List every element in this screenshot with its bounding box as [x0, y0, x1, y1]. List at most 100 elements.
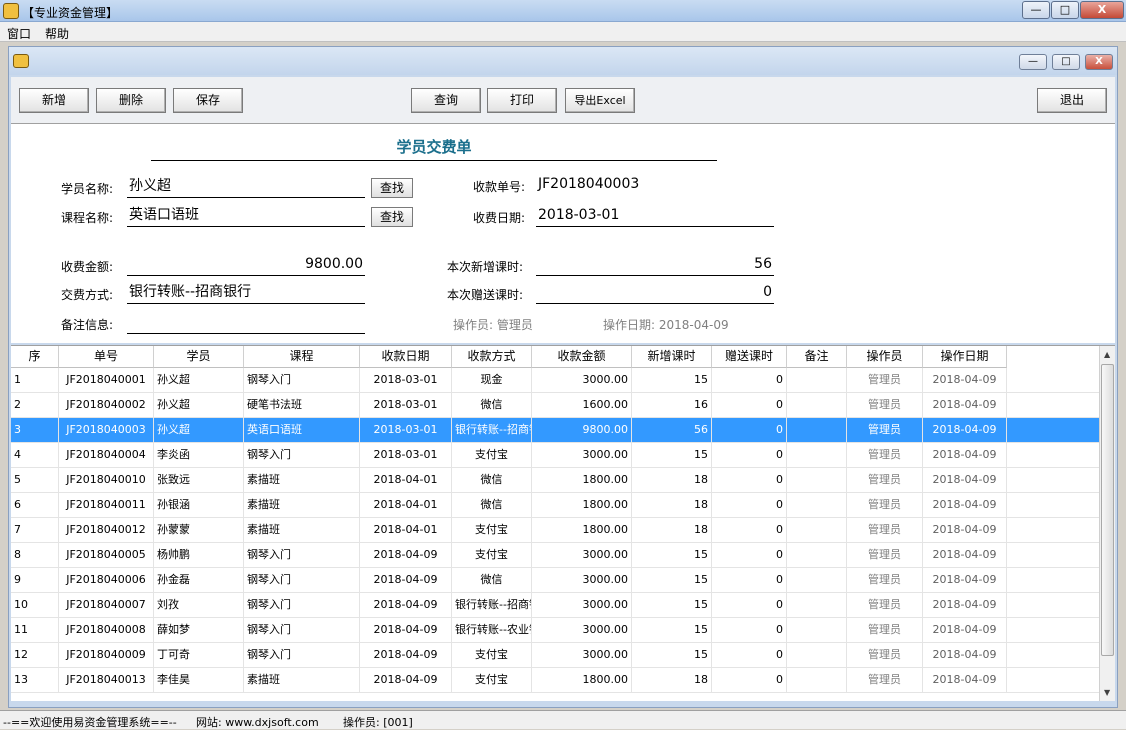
cell-op-date[interactable]: 2018-04-09 — [923, 668, 1007, 693]
cell-seq[interactable]: 4 — [11, 443, 59, 468]
cell-operator[interactable]: 管理员 — [847, 493, 923, 518]
cell-note[interactable] — [787, 418, 847, 443]
cell-course[interactable]: 钢琴入门 — [244, 618, 360, 643]
print-button[interactable]: 打印 — [487, 88, 557, 113]
add-button[interactable]: 新增 — [19, 88, 89, 113]
cell-new-hours[interactable]: 15 — [632, 368, 712, 393]
cell-amount[interactable]: 9800.00 — [532, 418, 632, 443]
cell-amount[interactable]: 1600.00 — [532, 393, 632, 418]
cell-pay-date[interactable]: 2018-04-01 — [360, 518, 452, 543]
vertical-scrollbar[interactable]: ▲ ▼ — [1099, 346, 1115, 701]
col-header-op-date[interactable]: 操作日期 — [923, 346, 1007, 368]
cell-order-no[interactable]: JF2018040006 — [59, 568, 154, 593]
cell-seq[interactable]: 13 — [11, 668, 59, 693]
cell-op-date[interactable]: 2018-04-09 — [923, 518, 1007, 543]
cell-pay-date[interactable]: 2018-04-09 — [360, 568, 452, 593]
cell-amount[interactable]: 1800.00 — [532, 493, 632, 518]
cell-op-date[interactable]: 2018-04-09 — [923, 543, 1007, 568]
cell-course[interactable]: 钢琴入门 — [244, 443, 360, 468]
col-header-seq[interactable]: 序 — [11, 346, 59, 368]
cell-gift-hours[interactable]: 0 — [712, 418, 787, 443]
col-header-order-no[interactable]: 单号 — [59, 346, 154, 368]
minimize-button[interactable]: — — [1022, 1, 1050, 19]
cell-course[interactable]: 素描班 — [244, 468, 360, 493]
pay-method-field[interactable]: 银行转账--招商银行 — [127, 282, 365, 304]
cell-pay-method[interactable]: 微信 — [452, 568, 532, 593]
delete-button[interactable]: 删除 — [96, 88, 166, 113]
scroll-up-icon[interactable]: ▲ — [1104, 350, 1110, 359]
cell-op-date[interactable]: 2018-04-09 — [923, 368, 1007, 393]
cell-course[interactable]: 钢琴入门 — [244, 643, 360, 668]
cell-amount[interactable]: 3000.00 — [532, 443, 632, 468]
scroll-down-icon[interactable]: ▼ — [1104, 688, 1110, 697]
cell-op-date[interactable]: 2018-04-09 — [923, 468, 1007, 493]
cell-gift-hours[interactable]: 0 — [712, 568, 787, 593]
cell-student[interactable]: 薛如梦 — [154, 618, 244, 643]
col-header-pay-date[interactable]: 收款日期 — [360, 346, 452, 368]
cell-course[interactable]: 英语口语班 — [244, 418, 360, 443]
cell-note[interactable] — [787, 468, 847, 493]
new-hours-field[interactable]: 56 — [536, 254, 774, 276]
cell-amount[interactable]: 3000.00 — [532, 618, 632, 643]
save-button[interactable]: 保存 — [173, 88, 243, 113]
cell-note[interactable] — [787, 668, 847, 693]
cell-pay-date[interactable]: 2018-04-09 — [360, 618, 452, 643]
cell-amount[interactable]: 3000.00 — [532, 568, 632, 593]
cell-amount[interactable]: 1800.00 — [532, 668, 632, 693]
cell-new-hours[interactable]: 15 — [632, 618, 712, 643]
student-field[interactable]: 孙义超 — [127, 176, 365, 198]
cell-student[interactable]: 孙义超 — [154, 393, 244, 418]
export-excel-button[interactable]: 导出Excel — [565, 88, 635, 113]
close-button[interactable]: X — [1080, 1, 1124, 19]
cell-note[interactable] — [787, 568, 847, 593]
child-maximize-button[interactable]: □ — [1052, 54, 1080, 70]
cell-gift-hours[interactable]: 0 — [712, 493, 787, 518]
cell-pay-method[interactable]: 银行转账--招商银行 — [452, 593, 532, 618]
cell-seq[interactable]: 11 — [11, 618, 59, 643]
cell-order-no[interactable]: JF2018040005 — [59, 543, 154, 568]
cell-course[interactable]: 素描班 — [244, 518, 360, 543]
cell-pay-method[interactable]: 现金 — [452, 368, 532, 393]
cell-student[interactable]: 刘孜 — [154, 593, 244, 618]
cell-new-hours[interactable]: 18 — [632, 518, 712, 543]
cell-operator[interactable]: 管理员 — [847, 593, 923, 618]
cell-op-date[interactable]: 2018-04-09 — [923, 493, 1007, 518]
cell-gift-hours[interactable]: 0 — [712, 518, 787, 543]
cell-pay-method[interactable]: 银行转账--农业银行 — [452, 618, 532, 643]
cell-pay-date[interactable]: 2018-04-01 — [360, 493, 452, 518]
find-course-button[interactable]: 查找 — [371, 207, 413, 227]
cell-amount[interactable]: 3000.00 — [532, 368, 632, 393]
cell-course[interactable]: 素描班 — [244, 493, 360, 518]
cell-pay-method[interactable]: 微信 — [452, 493, 532, 518]
cell-pay-method[interactable]: 银行转账--招商银行 — [452, 418, 532, 443]
cell-student[interactable]: 丁可奇 — [154, 643, 244, 668]
child-minimize-button[interactable]: — — [1019, 54, 1047, 70]
cell-course[interactable]: 钢琴入门 — [244, 368, 360, 393]
cell-student[interactable]: 孙金磊 — [154, 568, 244, 593]
cell-pay-date[interactable]: 2018-03-01 — [360, 393, 452, 418]
cell-order-no[interactable]: JF2018040009 — [59, 643, 154, 668]
cell-order-no[interactable]: JF2018040007 — [59, 593, 154, 618]
cell-order-no[interactable]: JF2018040004 — [59, 443, 154, 468]
cell-order-no[interactable]: JF2018040001 — [59, 368, 154, 393]
cell-pay-date[interactable]: 2018-04-09 — [360, 543, 452, 568]
note-field[interactable] — [127, 312, 365, 334]
cell-op-date[interactable]: 2018-04-09 — [923, 618, 1007, 643]
cell-student[interactable]: 张致远 — [154, 468, 244, 493]
cell-note[interactable] — [787, 443, 847, 468]
cell-course[interactable]: 钢琴入门 — [244, 568, 360, 593]
cell-pay-date[interactable]: 2018-04-09 — [360, 593, 452, 618]
cell-order-no[interactable]: JF2018040013 — [59, 668, 154, 693]
cell-course[interactable]: 硬笔书法班 — [244, 393, 360, 418]
cell-gift-hours[interactable]: 0 — [712, 543, 787, 568]
cell-new-hours[interactable]: 16 — [632, 393, 712, 418]
cell-course[interactable]: 素描班 — [244, 668, 360, 693]
cell-amount[interactable]: 3000.00 — [532, 543, 632, 568]
cell-seq[interactable]: 1 — [11, 368, 59, 393]
cell-note[interactable] — [787, 593, 847, 618]
cell-pay-method[interactable]: 微信 — [452, 393, 532, 418]
menu-help[interactable]: 帮助 — [45, 25, 69, 42]
cell-order-no[interactable]: JF2018040011 — [59, 493, 154, 518]
cell-operator[interactable]: 管理员 — [847, 543, 923, 568]
cell-gift-hours[interactable]: 0 — [712, 393, 787, 418]
